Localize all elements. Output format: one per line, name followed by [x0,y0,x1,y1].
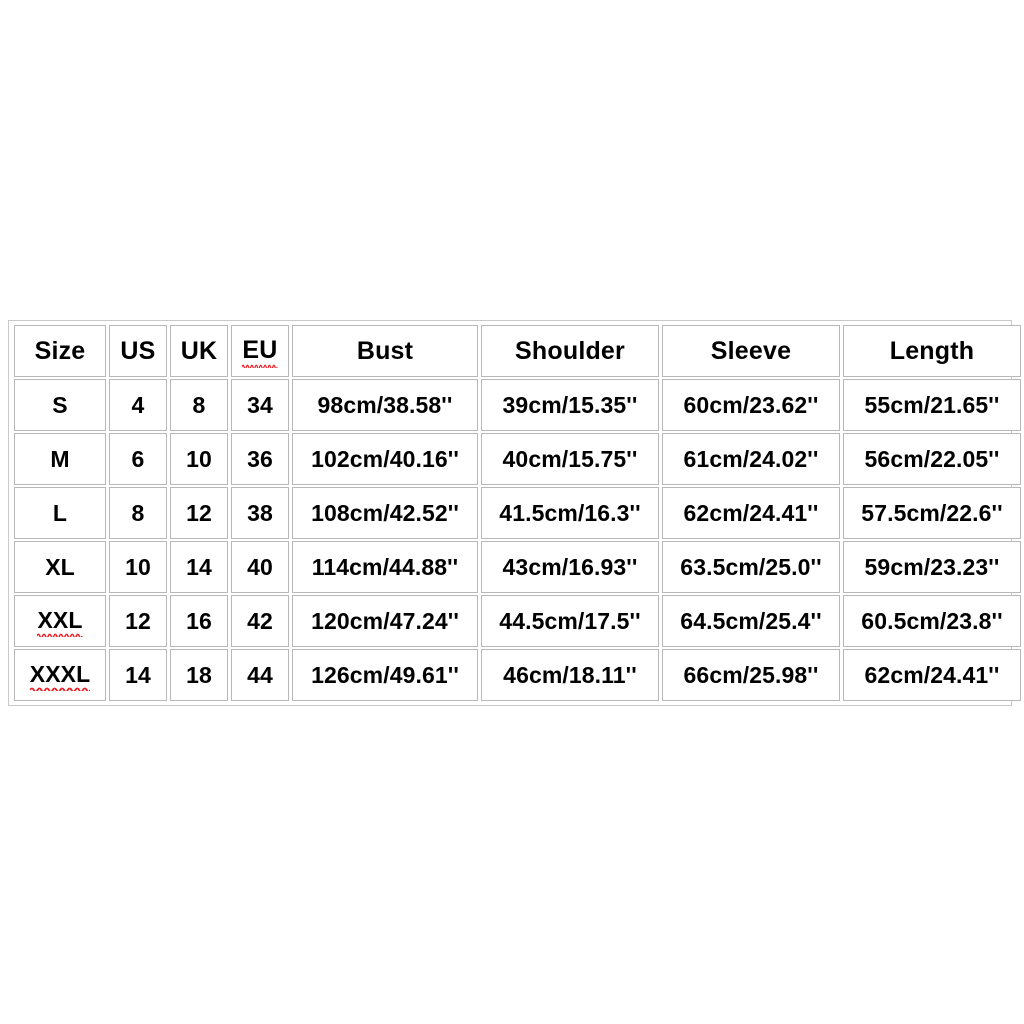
cell-sleeve-row-4: 63.5cm/25.0'' [662,541,840,593]
table-row: XXL 12 16 42 120cm/47.24'' 44.5cm/17.5'' 64.5c… [14,595,1021,647]
cell-shoulder-row-1: 39cm/15.35'' [481,379,659,431]
cell-sleeve-row-1: 60cm/23.62'' [662,379,840,431]
cell-bust-row-4: 114cm/44.88'' [292,541,478,593]
cell-size-row-1: S [14,379,106,431]
cell-length-row-2: 56cm/22.05'' [843,433,1021,485]
column-header-us: US [109,325,167,377]
cell-sleeve-row-3: 62cm/24.41'' [662,487,840,539]
cell-shoulder-row-3: 41.5cm/16.3'' [481,487,659,539]
cell-text: XXXL [29,660,91,687]
cell-us-row-4: 10 [109,541,167,593]
table-row: S 4 8 34 98cm/38.58'' 39cm/15.35'' 60cm/23.62'… [14,379,1021,431]
cell-shoulder-row-2: 40cm/15.75'' [481,433,659,485]
table-header-row: Size US UK EU Bust Shoulder Sleeve Lengt… [14,325,1021,377]
column-header-shoulder: Shoulder [481,325,659,377]
cell-bust-row-2: 102cm/40.16'' [292,433,478,485]
table-row: XXXL 14 18 44 126cm/49.61'' 46cm/18.11'' 66cm/… [14,649,1021,701]
table-header: Size US UK EU Bust Shoulder Sleeve Lengt… [14,325,1021,377]
cell-uk-row-5: 16 [170,595,228,647]
table-row: XL 10 14 40 114cm/44.88'' 43cm/16.93'' 63.5cm/… [14,541,1021,593]
cell-uk-row-6: 18 [170,649,228,701]
cell-eu-row-3: 38 [231,487,289,539]
column-header-size: Size [14,325,106,377]
table-row: L 8 12 38 108cm/42.52'' 41.5cm/16.3'' 62cm/24.… [14,487,1021,539]
table-body: S 4 8 34 98cm/38.58'' 39cm/15.35'' 60cm/23.62'… [14,379,1021,701]
cell-uk-row-2: 10 [170,433,228,485]
cell-sleeve-row-6: 66cm/25.98'' [662,649,840,701]
cell-sleeve-row-2: 61cm/24.02'' [662,433,840,485]
column-header-eu: EU [231,325,289,377]
cell-bust-row-5: 120cm/47.24'' [292,595,478,647]
column-header-length: Length [843,325,1021,377]
column-header-sleeve: Sleeve [662,325,840,377]
cell-uk-row-4: 14 [170,541,228,593]
size-chart-table: Size US UK EU Bust Shoulder Sleeve Lengt… [11,323,1024,703]
cell-length-row-1: 55cm/21.65'' [843,379,1021,431]
column-header-uk: UK [170,325,228,377]
table-row: M 6 10 36 102cm/40.16'' 40cm/15.75'' 61cm/24.0… [14,433,1021,485]
cell-size-row-2: M [14,433,106,485]
cell-size-row-5: XXL [14,595,106,647]
cell-shoulder-row-4: 43cm/16.93'' [481,541,659,593]
misspelled-word: XXL [37,606,83,637]
cell-length-row-6: 62cm/24.41'' [843,649,1021,701]
cell-us-row-5: 12 [109,595,167,647]
cell-eu-row-5: 42 [231,595,289,647]
cell-bust-row-6: 126cm/49.61'' [292,649,478,701]
cell-bust-row-3: 108cm/42.52'' [292,487,478,539]
cell-text: EU [242,335,278,364]
cell-size-row-3: L [14,487,106,539]
cell-length-row-4: 59cm/23.23'' [843,541,1021,593]
cell-shoulder-row-6: 46cm/18.11'' [481,649,659,701]
cell-uk-row-3: 12 [170,487,228,539]
cell-uk-row-1: 8 [170,379,228,431]
cell-shoulder-row-5: 44.5cm/17.5'' [481,595,659,647]
cell-us-row-6: 14 [109,649,167,701]
cell-bust-row-1: 98cm/38.58'' [292,379,478,431]
cell-eu-row-2: 36 [231,433,289,485]
cell-size-row-4: XL [14,541,106,593]
column-header-bust: Bust [292,325,478,377]
cell-length-row-5: 60.5cm/23.8'' [843,595,1021,647]
size-chart-table-frame: Size US UK EU Bust Shoulder Sleeve Lengt… [8,320,1021,706]
cell-us-row-2: 6 [109,433,167,485]
misspelled-word: XXXL [29,660,91,691]
cell-length-row-3: 57.5cm/22.6'' [843,487,1021,539]
cell-us-row-3: 8 [109,487,167,539]
cell-us-row-1: 4 [109,379,167,431]
cell-eu-row-6: 44 [231,649,289,701]
cell-text: XXL [37,606,83,633]
cell-eu-row-1: 34 [231,379,289,431]
page-root: Size US UK EU Bust Shoulder Sleeve Lengt… [0,0,1024,1024]
misspelled-word: EU [242,335,278,368]
cell-size-row-6: XXXL [14,649,106,701]
cell-sleeve-row-5: 64.5cm/25.4'' [662,595,840,647]
cell-eu-row-4: 40 [231,541,289,593]
